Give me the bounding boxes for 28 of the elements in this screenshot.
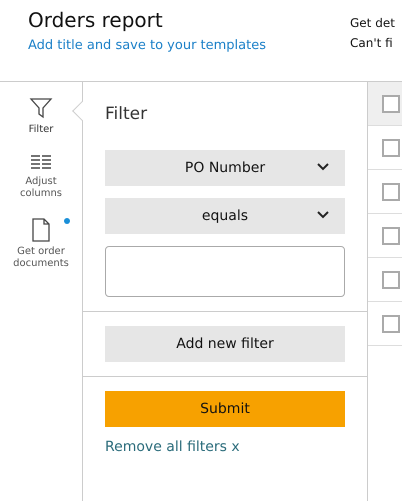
row-checkbox[interactable] — [382, 314, 400, 332]
sidebar-label: Filter — [28, 124, 54, 136]
row-checkbox[interactable] — [382, 182, 400, 200]
sidebar-label: Get order documents — [12, 246, 70, 270]
submit-button[interactable]: Submit — [105, 391, 345, 427]
document-icon — [31, 218, 51, 242]
chevron-down-icon — [317, 163, 329, 171]
filter-icon — [28, 96, 53, 120]
remove-filters-link[interactable]: Remove all filters x — [105, 439, 345, 455]
save-template-link[interactable]: Add title and save to your templates — [28, 38, 266, 53]
panel-title: Filter — [104, 103, 148, 126]
info-text: Get det — [350, 16, 396, 30]
value-input[interactable] — [105, 246, 345, 297]
row-checkbox[interactable] — [382, 138, 400, 156]
sidebar-item[interactable]: Get order documents — [10, 218, 72, 270]
field-select[interactable]: PO Number — [105, 150, 345, 186]
columns-icon — [30, 154, 52, 172]
chevron-down-icon — [317, 211, 329, 219]
page-title: Orders report — [28, 8, 164, 32]
sidebar-item[interactable]: Filter — [28, 96, 54, 136]
row-checkbox[interactable] — [382, 270, 400, 288]
sidebar-item[interactable]: Adjust columns — [10, 154, 72, 200]
row-checkbox[interactable] — [382, 226, 400, 244]
info-text: Can't fi — [350, 36, 394, 50]
add-filter-button[interactable]: Add new filter — [105, 326, 345, 362]
sidebar-label: Adjust columns — [18, 176, 64, 200]
operator-select[interactable]: equals — [105, 198, 345, 234]
row-checkbox[interactable] — [382, 94, 400, 112]
